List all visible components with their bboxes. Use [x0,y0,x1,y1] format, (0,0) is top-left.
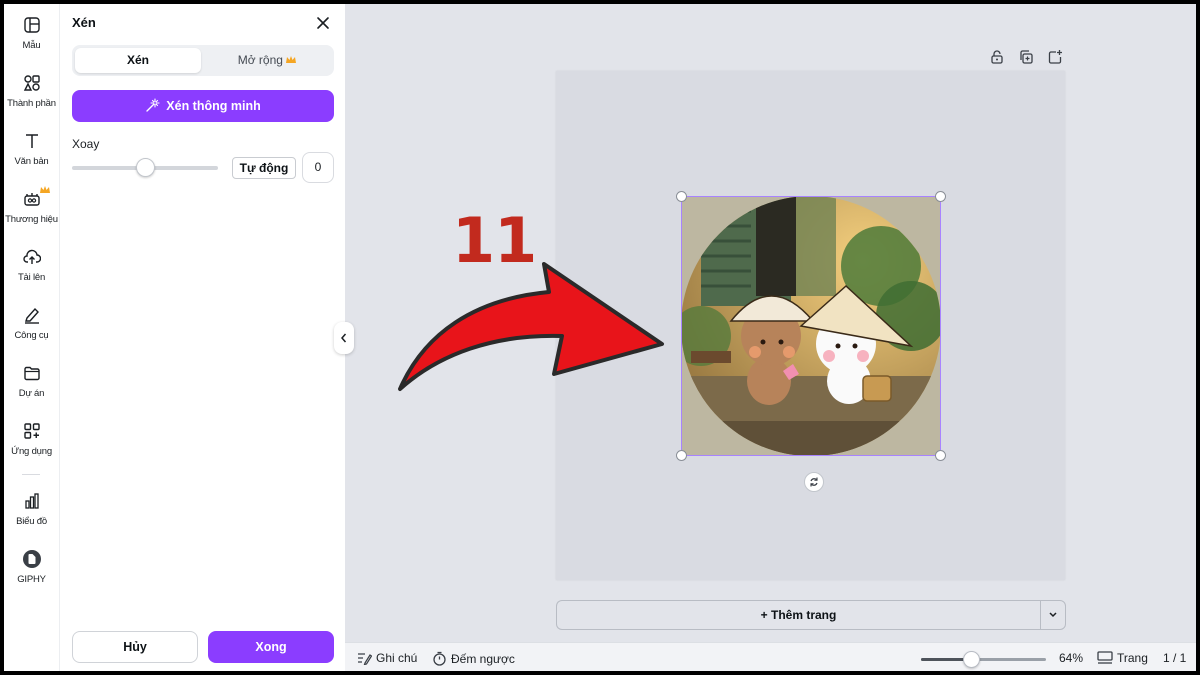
upload-icon [22,249,41,264]
timer-label: Đếm ngược [451,652,515,666]
pages-icon [1097,651,1113,664]
pages-label: Trang [1117,651,1148,665]
template-icon [23,17,40,33]
rail-item-projects[interactable]: Dự án [4,364,59,418]
rail-item-charts[interactable]: Biểu đồ [4,492,59,546]
chart-icon [24,493,39,509]
rail-label-charts: Biểu đồ [16,516,47,527]
rotate-label: Xoay [72,137,100,151]
rail-label-apps: Ứng dụng [11,446,52,457]
rail-item-templates[interactable]: Mẫu [4,16,59,70]
auto-rotate-button[interactable]: Tự động [232,157,296,179]
zoom-slider[interactable] [921,658,1046,661]
smart-crop-label: Xén thông minh [166,99,261,113]
collapse-panel-button[interactable] [334,322,354,354]
rail-label-text: Văn bản [14,156,49,167]
bottom-bar: Ghi chú Đếm ngược 64% Trang 1 / 1 [345,642,1196,671]
lock-icon[interactable] [989,49,1005,65]
step-number: 11 [452,204,537,277]
rail-label-uploads: Tải lên [17,272,46,283]
rail-item-elements[interactable]: Thành phần [4,74,59,128]
add-page-options-button[interactable] [1040,600,1066,630]
elements-icon [23,75,40,91]
rail-item-brand[interactable]: Thương hiệu [4,186,59,244]
magic-wand-icon [146,98,160,112]
notes-icon [358,653,373,666]
close-icon[interactable] [314,14,332,32]
notes-button[interactable]: Ghi chú [357,651,418,666]
add-page-icon[interactable] [1047,49,1063,65]
rail-item-text[interactable]: Văn bản [4,132,59,186]
rail-label-templates: Mẫu [22,40,41,51]
app-window: Mẫu Thành phần Văn bản Thương hiệu Tải l… [4,4,1196,671]
left-rail: Mẫu Thành phần Văn bản Thương hiệu Tải l… [4,4,59,671]
folder-icon [23,366,40,381]
apps-icon [23,423,40,439]
page-count: 1 / 1 [1163,651,1187,665]
tab-expand[interactable]: Mở rộng [203,48,331,73]
rotate-slider-thumb[interactable] [135,158,155,177]
resize-handle-bottom-left[interactable] [676,450,687,461]
duplicate-page-icon[interactable] [1018,49,1034,65]
resize-handle-top-right[interactable] [935,191,946,202]
rail-label-giphy: GIPHY [17,574,46,585]
zoom-slider-thumb[interactable] [962,651,980,668]
add-page-button[interactable]: + Thêm trang [556,600,1040,630]
rail-label-brand: Thương hiệu [5,214,58,225]
tab-crop-label: Xén [126,53,149,67]
rail-item-draw[interactable]: Công cụ [4,306,59,360]
illustration-image [681,196,941,456]
chevron-down-icon [1049,612,1057,618]
rotate-handle[interactable] [804,472,824,492]
timer-button[interactable]: Đếm ngược [432,651,515,666]
crop-mode-toggle: Xén Mở rộng [72,45,334,76]
panel-title: Xén [72,15,96,30]
zoom-value[interactable]: 64% [1059,651,1083,665]
rail-divider [22,474,40,475]
tab-crop[interactable]: Xén [75,48,201,73]
rail-item-apps[interactable]: Ứng dụng [4,422,59,476]
rotate-icon [810,477,818,487]
chevron-left-icon [341,333,347,343]
pages-button[interactable]: Trang [1097,651,1148,665]
resize-handle-bottom-right[interactable] [935,450,946,461]
rail-item-giphy[interactable]: GIPHY [4,550,59,604]
timer-icon [433,651,446,666]
crown-icon [286,56,297,63]
rail-label-elements: Thành phần [7,98,56,109]
tab-expand-label: Mở rộng [237,53,283,67]
crop-panel: Xén Xén Mở rộng Xén thông minh Xoay Tự đ… [59,4,345,671]
smart-crop-button[interactable]: Xén thông minh [72,90,334,122]
brand-icon [23,193,40,206]
selected-image[interactable] [681,196,941,456]
cancel-button[interactable]: Hủy [72,631,198,663]
rail-item-uploads[interactable]: Tải lên [4,248,59,302]
done-button[interactable]: Xong [208,631,334,663]
text-icon [25,134,38,148]
rotate-value-input[interactable]: 0 [302,152,334,183]
resize-handle-top-left[interactable] [676,191,687,202]
giphy-icon [22,550,41,568]
draw-icon [24,307,39,324]
crown-icon [40,186,50,193]
rail-label-projects: Dự án [18,388,45,399]
rail-label-draw: Công cụ [14,330,49,341]
notes-label: Ghi chú [376,651,418,665]
